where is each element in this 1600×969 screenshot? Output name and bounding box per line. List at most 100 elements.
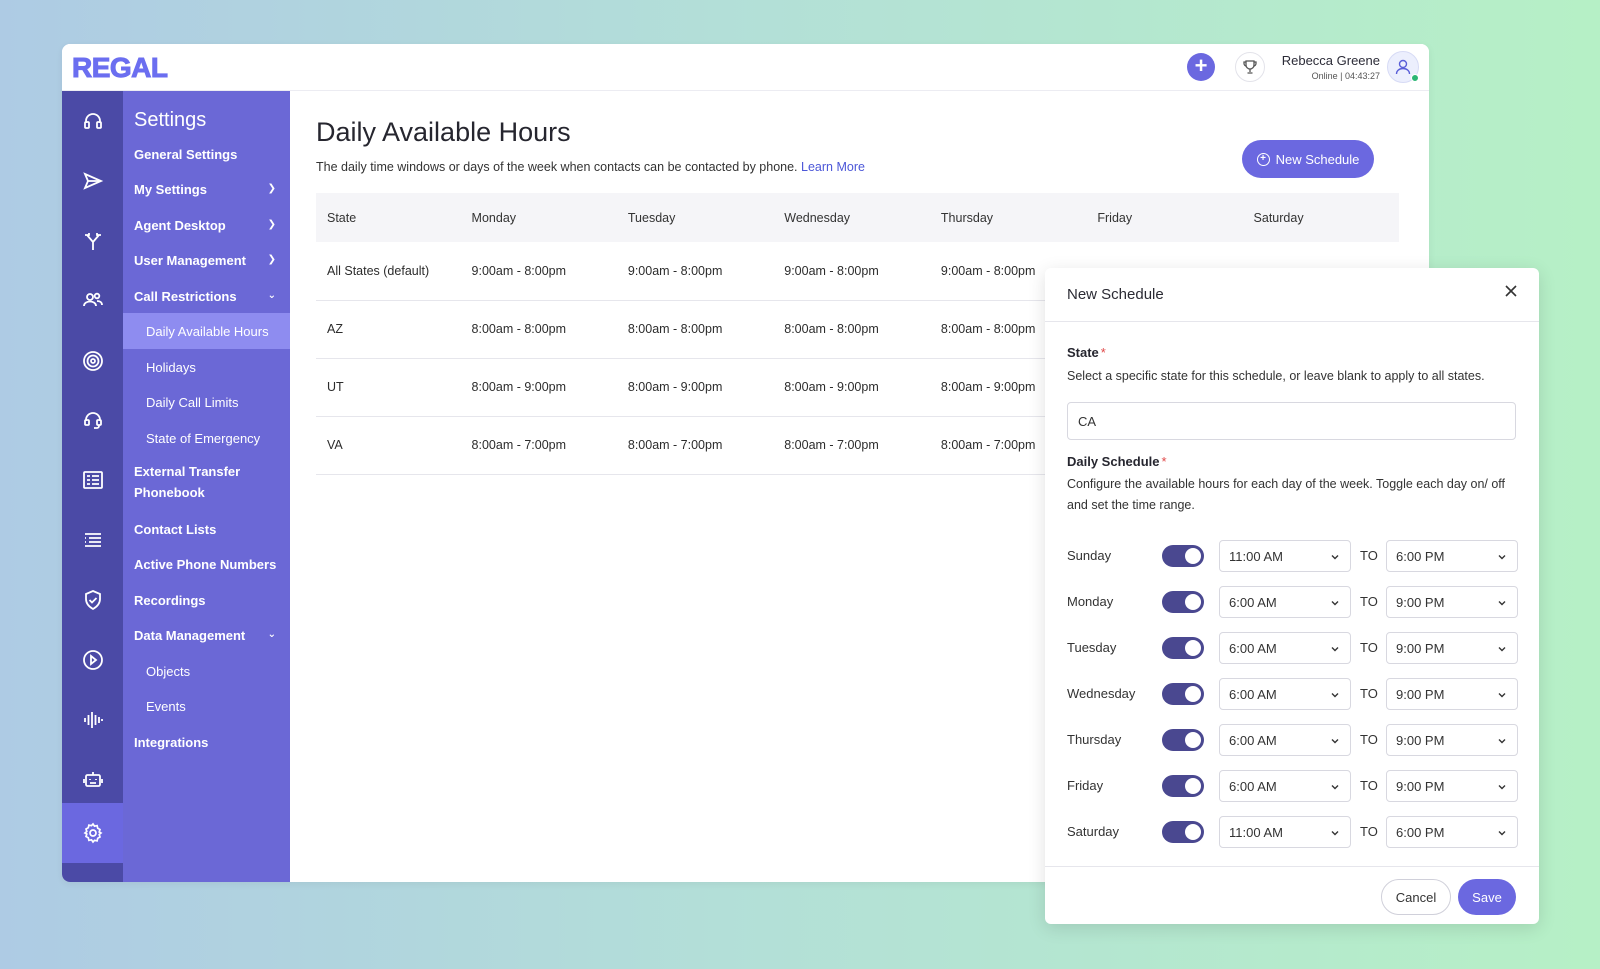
form-list-icon[interactable] [62, 462, 123, 498]
modal-header: New Schedule [1045, 268, 1539, 322]
nav-label: Objects [146, 663, 191, 679]
nav-label: State of Emergency [146, 430, 261, 446]
table-cell: 8:00am - 7:00pm [773, 416, 930, 475]
column-header: Monday [460, 193, 617, 242]
gear-icon[interactable] [62, 803, 123, 863]
table-cell: 8:00am - 9:00pm [460, 358, 617, 417]
play-circle-icon[interactable] [62, 642, 123, 678]
to-time-select[interactable]: 9:00 PM [1386, 770, 1518, 802]
avatar[interactable] [1387, 51, 1419, 83]
day-name: Monday [1067, 594, 1114, 609]
nav-external-transfer-phonebook[interactable]: External Transfer Phonebook [123, 460, 253, 504]
nav-label: Integrations [134, 734, 209, 750]
list-icon[interactable] [62, 522, 123, 558]
daily-schedule-help: Configure the available hours for each d… [1067, 477, 1506, 512]
audio-wave-icon[interactable] [62, 702, 123, 738]
nav-state-of-emergency[interactable]: State of Emergency [123, 420, 290, 456]
day-toggle[interactable] [1162, 591, 1204, 613]
branch-icon[interactable] [62, 223, 123, 259]
daily-schedule-label-text: Daily Schedule [1067, 454, 1160, 469]
table-cell: 9:00am - 8:00pm [460, 242, 617, 301]
column-header: Saturday [1242, 193, 1399, 242]
table-cell: 8:00am - 8:00pm [460, 300, 617, 359]
from-time-select[interactable]: 6:00 AM [1219, 770, 1351, 802]
from-time-select[interactable]: 6:00 AM [1219, 678, 1351, 710]
chevron-down-icon [1497, 550, 1507, 565]
modal-footer: Cancel Save [1045, 866, 1539, 924]
to-time-select[interactable]: 9:00 PM [1386, 724, 1518, 756]
day-row-friday: Friday 6:00 AM TO 9:00 PM [1067, 770, 1518, 802]
table-cell: VA [316, 416, 461, 475]
day-toggle[interactable] [1162, 683, 1204, 705]
day-toggle[interactable] [1162, 775, 1204, 797]
nav-daily-available-hours[interactable]: Daily Available Hours [123, 313, 290, 349]
send-icon[interactable] [62, 163, 123, 199]
to-time-select[interactable]: 6:00 PM [1386, 540, 1518, 572]
cancel-button[interactable]: Cancel [1381, 879, 1451, 915]
nav-integrations[interactable]: Integrations [123, 724, 290, 760]
nav-recordings[interactable]: Recordings [123, 582, 290, 618]
to-time-select[interactable]: 9:00 PM [1386, 632, 1518, 664]
add-icon[interactable]: + [1187, 53, 1215, 81]
nav-label: Recordings [134, 592, 206, 608]
to-time-select[interactable]: 9:00 PM [1386, 586, 1518, 618]
nav-user-management[interactable]: User Management ❯ [123, 242, 290, 278]
from-time-select[interactable]: 11:00 AM [1219, 816, 1351, 848]
table-cell: AZ [316, 300, 461, 359]
target-icon[interactable] [62, 343, 123, 379]
headset-icon[interactable] [62, 103, 123, 139]
table-cell: 8:00am - 9:00pm [616, 358, 774, 417]
nav-objects[interactable]: Objects [123, 653, 290, 689]
day-toggle[interactable] [1162, 545, 1204, 567]
nav-contact-lists[interactable]: Contact Lists [123, 511, 290, 547]
day-name: Tuesday [1067, 640, 1117, 655]
from-time-select[interactable]: 6:00 AM [1219, 724, 1351, 756]
new-schedule-button[interactable]: + New Schedule [1242, 140, 1374, 178]
robot-icon[interactable] [62, 762, 123, 798]
from-time-value: 11:00 AM [1229, 548, 1283, 564]
settings-title: Settings [134, 109, 207, 131]
day-toggle[interactable] [1162, 821, 1204, 843]
from-time-value: 6:00 AM [1229, 732, 1277, 748]
nav-my-settings[interactable]: My Settings ❯ [123, 171, 290, 207]
chevron-down-icon [1330, 734, 1340, 749]
state-input[interactable]: CA [1067, 402, 1516, 440]
nav-label: Daily Available Hours [146, 323, 269, 339]
to-label: TO [1360, 594, 1378, 609]
column-header: Thursday [929, 193, 1087, 242]
online-status-dot [1411, 74, 1419, 82]
people-icon[interactable] [62, 282, 123, 318]
day-toggle[interactable] [1162, 637, 1204, 659]
trophy-icon[interactable] [1235, 52, 1265, 82]
support-headset-icon[interactable] [62, 402, 123, 438]
page-title: Daily Available Hours [316, 117, 571, 147]
nav-call-restrictions[interactable]: Call Restrictions ⌄ [123, 278, 290, 314]
save-button[interactable]: Save [1458, 879, 1516, 915]
day-toggle[interactable] [1162, 729, 1204, 751]
required-mark: * [1161, 454, 1167, 469]
to-label: TO [1360, 548, 1378, 563]
regal-logo[interactable]: REGAL [72, 52, 169, 84]
learn-more-link[interactable]: Learn More [801, 160, 865, 174]
nav-label: Events [146, 698, 186, 714]
nav-holidays[interactable]: Holidays [123, 349, 290, 385]
table-header-row: State Monday Tuesday Wednesday Thursday … [316, 193, 1399, 242]
from-time-select[interactable]: 6:00 AM [1219, 632, 1351, 664]
shield-check-icon[interactable] [62, 582, 123, 618]
nav-general-settings[interactable]: General Settings [123, 136, 290, 172]
state-label: State * [1067, 345, 1106, 360]
nav-daily-call-limits[interactable]: Daily Call Limits [123, 384, 290, 420]
close-icon[interactable] [1503, 282, 1519, 305]
nav-data-management[interactable]: Data Management ⌄ [123, 617, 290, 653]
from-time-select[interactable]: 6:00 AM [1219, 586, 1351, 618]
toggle-knob [1185, 548, 1201, 564]
from-time-select[interactable]: 11:00 AM [1219, 540, 1351, 572]
nav-label: Agent Desktop [134, 217, 226, 233]
to-time-select[interactable]: 6:00 PM [1386, 816, 1518, 848]
nav-agent-desktop[interactable]: Agent Desktop ❯ [123, 207, 290, 243]
nav-events[interactable]: Events [123, 688, 290, 724]
to-time-select[interactable]: 9:00 PM [1386, 678, 1518, 710]
chevron-down-icon [1330, 688, 1340, 703]
to-label: TO [1360, 732, 1378, 747]
nav-active-phone-numbers[interactable]: Active Phone Numbers [123, 546, 290, 582]
